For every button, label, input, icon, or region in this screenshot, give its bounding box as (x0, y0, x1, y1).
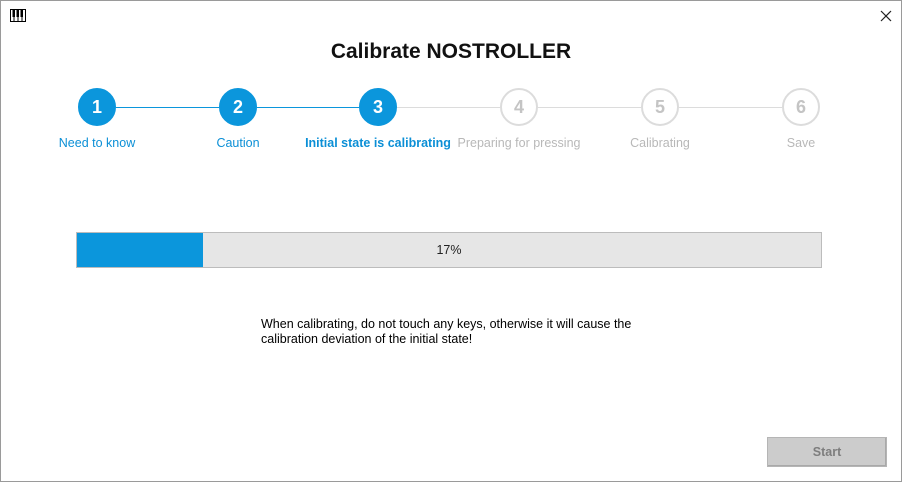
step-connector (538, 107, 641, 108)
progress-percent-label: 17% (436, 243, 462, 257)
page-title: Calibrate NOSTROLLER (330, 40, 572, 63)
calibration-warning-message: When calibrating, do not touch any keys,… (261, 317, 632, 346)
step-circle-1: 1 (78, 88, 116, 126)
step-circle-2: 2 (219, 88, 257, 126)
step-circle-6: 6 (782, 88, 820, 126)
step-connector (397, 107, 500, 108)
step-connector (116, 107, 219, 108)
step-connector (257, 107, 359, 108)
step-connector (679, 107, 782, 108)
step-circle-4: 4 (500, 88, 538, 126)
calibration-progress-bar: 17% (76, 232, 822, 268)
calibration-window: Calibrate NOSTROLLER 1 Need to know 2 Cauti… (0, 0, 902, 482)
step-circle-3: 3 (359, 88, 397, 126)
step-label-6: Save (786, 136, 816, 150)
start-button[interactable]: Start (767, 437, 887, 467)
step-indicator: 1 Need to know 2 Caution 3 Initial state is c… (1, 87, 901, 157)
step-circle-5: 5 (641, 88, 679, 126)
close-icon (880, 10, 892, 22)
close-button[interactable] (871, 1, 901, 31)
piano-keys-icon (10, 9, 26, 22)
